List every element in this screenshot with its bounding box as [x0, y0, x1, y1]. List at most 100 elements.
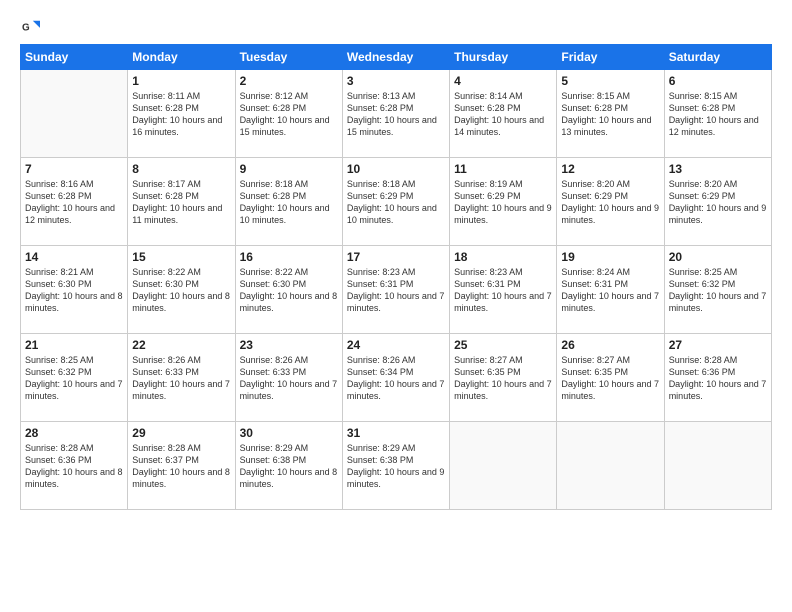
day-info: Sunrise: 8:15 AM Sunset: 6:28 PM Dayligh…: [669, 90, 767, 139]
day-number: 23: [240, 338, 338, 352]
day-number: 7: [25, 162, 123, 176]
day-info: Sunrise: 8:22 AM Sunset: 6:30 PM Dayligh…: [240, 266, 338, 315]
day-number: 20: [669, 250, 767, 264]
day-info: Sunrise: 8:18 AM Sunset: 6:28 PM Dayligh…: [240, 178, 338, 227]
day-number: 21: [25, 338, 123, 352]
day-number: 28: [25, 426, 123, 440]
day-info: Sunrise: 8:26 AM Sunset: 6:33 PM Dayligh…: [132, 354, 230, 403]
day-info: Sunrise: 8:29 AM Sunset: 6:38 PM Dayligh…: [347, 442, 445, 491]
day-cell: [557, 422, 664, 510]
day-number: 5: [561, 74, 659, 88]
header: G: [20, 18, 772, 36]
day-info: Sunrise: 8:19 AM Sunset: 6:29 PM Dayligh…: [454, 178, 552, 227]
day-info: Sunrise: 8:13 AM Sunset: 6:28 PM Dayligh…: [347, 90, 445, 139]
day-number: 22: [132, 338, 230, 352]
day-number: 10: [347, 162, 445, 176]
day-cell: [450, 422, 557, 510]
day-info: Sunrise: 8:27 AM Sunset: 6:35 PM Dayligh…: [454, 354, 552, 403]
day-cell: 28 Sunrise: 8:28 AM Sunset: 6:36 PM Dayli…: [21, 422, 128, 510]
day-cell: 17 Sunrise: 8:23 AM Sunset: 6:31 PM Dayli…: [342, 246, 449, 334]
day-number: 30: [240, 426, 338, 440]
day-cell: 26 Sunrise: 8:27 AM Sunset: 6:35 PM Dayli…: [557, 334, 664, 422]
day-info: Sunrise: 8:23 AM Sunset: 6:31 PM Dayligh…: [347, 266, 445, 315]
calendar-header: SundayMondayTuesdayWednesdayThursdayFrid…: [21, 45, 772, 70]
day-number: 17: [347, 250, 445, 264]
day-info: Sunrise: 8:12 AM Sunset: 6:28 PM Dayligh…: [240, 90, 338, 139]
day-cell: 9 Sunrise: 8:18 AM Sunset: 6:28 PM Daylig…: [235, 158, 342, 246]
day-cell: 25 Sunrise: 8:27 AM Sunset: 6:35 PM Dayli…: [450, 334, 557, 422]
day-number: 27: [669, 338, 767, 352]
day-cell: 19Sunrise: 8:24 AM Sunset: 6:31 PM Dayli…: [557, 246, 664, 334]
day-cell: [21, 70, 128, 158]
day-info: Sunrise: 8:26 AM Sunset: 6:33 PM Dayligh…: [240, 354, 338, 403]
day-number: 9: [240, 162, 338, 176]
day-cell: 5 Sunrise: 8:15 AM Sunset: 6:28 PM Daylig…: [557, 70, 664, 158]
day-cell: 1 Sunrise: 8:11 AM Sunset: 6:28 PM Daylig…: [128, 70, 235, 158]
day-cell: 11 Sunrise: 8:19 AM Sunset: 6:29 PM Dayli…: [450, 158, 557, 246]
day-cell: 8 Sunrise: 8:17 AM Sunset: 6:28 PM Daylig…: [128, 158, 235, 246]
day-info: Sunrise: 8:22 AM Sunset: 6:30 PM Dayligh…: [132, 266, 230, 315]
day-cell: 27 Sunrise: 8:28 AM Sunset: 6:36 PM Dayli…: [664, 334, 771, 422]
day-number: 29: [132, 426, 230, 440]
day-number: 11: [454, 162, 552, 176]
day-number: 16: [240, 250, 338, 264]
day-info: Sunrise: 8:29 AM Sunset: 6:38 PM Dayligh…: [240, 442, 338, 491]
day-cell: 7 Sunrise: 8:16 AM Sunset: 6:28 PM Daylig…: [21, 158, 128, 246]
day-number: 2: [240, 74, 338, 88]
day-cell: 3 Sunrise: 8:13 AM Sunset: 6:28 PM Daylig…: [342, 70, 449, 158]
day-info: Sunrise: 8:21 AM Sunset: 6:30 PM Dayligh…: [25, 266, 123, 315]
day-info: Sunrise: 8:17 AM Sunset: 6:28 PM Dayligh…: [132, 178, 230, 227]
day-cell: 6 Sunrise: 8:15 AM Sunset: 6:28 PM Daylig…: [664, 70, 771, 158]
day-cell: 20 Sunrise: 8:25 AM Sunset: 6:32 PM Dayli…: [664, 246, 771, 334]
week-row-5: 28 Sunrise: 8:28 AM Sunset: 6:36 PM Dayli…: [21, 422, 772, 510]
week-row-1: 1 Sunrise: 8:11 AM Sunset: 6:28 PM Daylig…: [21, 70, 772, 158]
day-info: Sunrise: 8:25 AM Sunset: 6:32 PM Dayligh…: [669, 266, 767, 315]
day-info: Sunrise: 8:16 AM Sunset: 6:28 PM Dayligh…: [25, 178, 123, 227]
day-cell: 12 Sunrise: 8:20 AM Sunset: 6:29 PM Dayli…: [557, 158, 664, 246]
day-number: 14: [25, 250, 123, 264]
day-cell: 2 Sunrise: 8:12 AM Sunset: 6:28 PM Daylig…: [235, 70, 342, 158]
day-info: Sunrise: 8:24 AM Sunset: 6:31 PM Dayligh…: [561, 266, 659, 315]
calendar-table: SundayMondayTuesdayWednesdayThursdayFrid…: [20, 44, 772, 510]
day-info: Sunrise: 8:11 AM Sunset: 6:28 PM Dayligh…: [132, 90, 230, 139]
day-cell: 21Sunrise: 8:25 AM Sunset: 6:32 PM Dayli…: [21, 334, 128, 422]
day-number: 1: [132, 74, 230, 88]
weekday-header-tuesday: Tuesday: [235, 45, 342, 70]
day-cell: 23 Sunrise: 8:26 AM Sunset: 6:33 PM Dayli…: [235, 334, 342, 422]
day-cell: 15 Sunrise: 8:22 AM Sunset: 6:30 PM Dayli…: [128, 246, 235, 334]
day-cell: 29Sunrise: 8:28 AM Sunset: 6:37 PM Dayli…: [128, 422, 235, 510]
weekday-header-wednesday: Wednesday: [342, 45, 449, 70]
day-cell: 31Sunrise: 8:29 AM Sunset: 6:38 PM Dayli…: [342, 422, 449, 510]
day-cell: 24 Sunrise: 8:26 AM Sunset: 6:34 PM Dayli…: [342, 334, 449, 422]
week-row-4: 21Sunrise: 8:25 AM Sunset: 6:32 PM Dayli…: [21, 334, 772, 422]
day-cell: 4Sunrise: 8:14 AM Sunset: 6:28 PM Daylig…: [450, 70, 557, 158]
day-info: Sunrise: 8:20 AM Sunset: 6:29 PM Dayligh…: [561, 178, 659, 227]
day-number: 15: [132, 250, 230, 264]
weekday-header-friday: Friday: [557, 45, 664, 70]
day-cell: 30 Sunrise: 8:29 AM Sunset: 6:38 PM Dayli…: [235, 422, 342, 510]
logo-icon: G: [22, 18, 40, 36]
day-number: 12: [561, 162, 659, 176]
day-info: Sunrise: 8:28 AM Sunset: 6:36 PM Dayligh…: [25, 442, 123, 491]
day-number: 25: [454, 338, 552, 352]
week-row-2: 7 Sunrise: 8:16 AM Sunset: 6:28 PM Daylig…: [21, 158, 772, 246]
page: G SundayMondayTuesdayWednesdayThursdayFr…: [0, 0, 792, 612]
day-number: 24: [347, 338, 445, 352]
day-info: Sunrise: 8:18 AM Sunset: 6:29 PM Dayligh…: [347, 178, 445, 227]
day-cell: [664, 422, 771, 510]
day-info: Sunrise: 8:28 AM Sunset: 6:36 PM Dayligh…: [669, 354, 767, 403]
day-number: 6: [669, 74, 767, 88]
day-number: 8: [132, 162, 230, 176]
day-number: 26: [561, 338, 659, 352]
week-row-3: 14 Sunrise: 8:21 AM Sunset: 6:30 PM Dayli…: [21, 246, 772, 334]
day-cell: 22 Sunrise: 8:26 AM Sunset: 6:33 PM Dayli…: [128, 334, 235, 422]
day-cell: 13Sunrise: 8:20 AM Sunset: 6:29 PM Dayli…: [664, 158, 771, 246]
logo: G: [20, 18, 40, 36]
day-cell: 10 Sunrise: 8:18 AM Sunset: 6:29 PM Dayli…: [342, 158, 449, 246]
day-number: 3: [347, 74, 445, 88]
day-info: Sunrise: 8:15 AM Sunset: 6:28 PM Dayligh…: [561, 90, 659, 139]
day-info: Sunrise: 8:27 AM Sunset: 6:35 PM Dayligh…: [561, 354, 659, 403]
weekday-header-saturday: Saturday: [664, 45, 771, 70]
day-cell: 14 Sunrise: 8:21 AM Sunset: 6:30 PM Dayli…: [21, 246, 128, 334]
day-info: Sunrise: 8:26 AM Sunset: 6:34 PM Dayligh…: [347, 354, 445, 403]
